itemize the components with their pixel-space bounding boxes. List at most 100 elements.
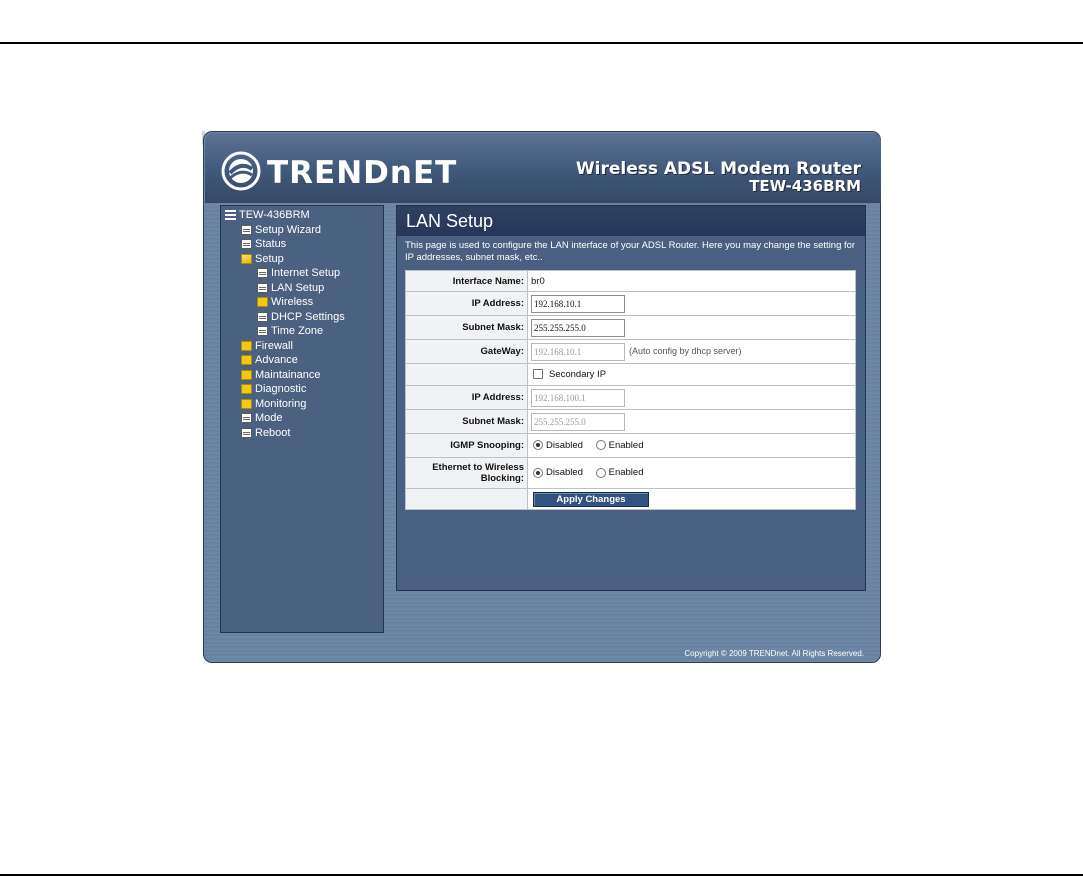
sidebar-item-time-zone[interactable]: Time Zone	[225, 324, 345, 339]
sidebar-item-advance[interactable]: Advance	[225, 353, 345, 368]
subnet-mask-label: Subnet Mask:	[405, 315, 528, 340]
folder-icon	[241, 384, 252, 395]
gateway-input: 192.168.10.1	[531, 342, 625, 361]
secondary-ip-address-input: 192.168.100.1	[531, 388, 625, 407]
document-top-rule	[0, 42, 1083, 44]
blocking-enabled-radio[interactable]	[595, 467, 606, 478]
sidebar-item-label: DHCP Settings	[271, 310, 345, 323]
document-icon	[241, 427, 252, 438]
sidebar-item-label: Internet Setup	[271, 267, 341, 279]
logo-wordmark: TRENDnET	[267, 155, 458, 191]
secondary-subnet-mask-input: 255.255.255.0	[531, 412, 625, 431]
interface-name-label: Interface Name:	[405, 270, 528, 292]
sidebar-item-label: Monitoring	[255, 397, 307, 410]
content-panel: LAN Setup This page is used to configure…	[396, 205, 866, 591]
document-icon	[257, 282, 268, 293]
igmp-snooping-label: IGMP Snooping:	[405, 433, 528, 458]
sidebar-item-maintainance[interactable]: Maintainance	[225, 368, 345, 383]
form-row: Subnet Mask: 255.255.255.0	[405, 315, 856, 340]
document-icon	[241, 413, 252, 424]
nav-root-label: TEW-436BRM	[239, 209, 310, 221]
model-name: TEW-436BRM	[749, 177, 861, 195]
open-folder-icon	[241, 253, 252, 264]
sidebar-item-label: Reboot	[255, 426, 291, 439]
sidebar-item-setup[interactable]: Setup	[225, 252, 345, 267]
igmp-disabled-radio[interactable]	[533, 440, 543, 451]
form-row: Interface Name: br0	[405, 270, 856, 292]
empty-label	[405, 488, 528, 510]
folder-icon	[241, 340, 252, 351]
nav-root[interactable]: TEW-436BRM	[225, 208, 345, 223]
header-banner: TRENDnET Wireless ADSL Modem Router TEW-…	[205, 133, 881, 203]
secondary-ip-label: Secondary IP	[549, 368, 607, 380]
sidebar-item-label: Mode	[255, 412, 283, 424]
form-row: IP Address: 192.168.100.1	[405, 385, 856, 410]
sidebar-item-label: Advance	[255, 354, 298, 366]
sidebar-item-label: Setup	[255, 252, 284, 265]
empty-label	[405, 363, 528, 386]
sidebar-item-dhcp-settings[interactable]: DHCP Settings	[225, 310, 345, 325]
sidebar-item-diagnostic[interactable]: Diagnostic	[225, 382, 345, 397]
root-icon	[225, 210, 236, 221]
sidebar-item-label: Firewall	[255, 339, 293, 352]
router-admin-window: TRENDnET Wireless ADSL Modem Router TEW-…	[203, 131, 881, 663]
sidebar-item-label: Maintainance	[255, 368, 321, 381]
sidebar-item-label: Wireless	[271, 296, 314, 308]
sidebar-item-label: Setup Wizard	[255, 223, 322, 236]
content-title-bar: LAN Setup	[397, 206, 865, 236]
form-row: GateWay: 192.168.10.1 (Auto config by dhc…	[405, 339, 856, 364]
sidebar-item-reboot[interactable]: Reboot	[225, 426, 345, 441]
interface-name-value: br0	[527, 270, 856, 292]
sidebar-item-wireless[interactable]: Wireless	[225, 295, 345, 310]
igmp-disabled-label: Disabled	[546, 439, 583, 451]
product-name: Wireless ADSL Modem Router	[575, 159, 861, 179]
sidebar-item-monitoring[interactable]: Monitoring	[225, 397, 345, 412]
ip-address-label: IP Address:	[405, 291, 528, 316]
form-row: Apply Changes	[405, 488, 856, 510]
apply-changes-button[interactable]: Apply Changes	[533, 491, 649, 507]
document-icon	[257, 268, 268, 279]
subnet-mask-input[interactable]: 255.255.255.0	[531, 318, 625, 337]
folder-icon	[241, 398, 252, 409]
lan-setup-form: Interface Name: br0 IP Address: 192.168.…	[405, 270, 856, 510]
blocking-enabled-label: Enabled	[608, 467, 644, 479]
copyright-text: Copyright © 2009 TRENDnet. All Rights Re…	[684, 649, 864, 658]
sidebar-item-mode[interactable]: Mode	[225, 411, 345, 426]
ip-address-input[interactable]: 192.168.10.1	[531, 294, 625, 313]
document-icon	[257, 311, 268, 322]
sidebar-item-label: Status	[255, 238, 287, 250]
folder-icon	[257, 297, 268, 308]
igmp-enabled-radio[interactable]	[595, 440, 606, 451]
gateway-label: GateWay:	[405, 339, 528, 364]
document-icon	[257, 326, 268, 337]
document-icon	[241, 239, 252, 250]
sidebar-item-status[interactable]: Status	[225, 237, 345, 252]
page-title: LAN Setup	[406, 211, 494, 231]
sidebar-item-lan-setup[interactable]: LAN Setup	[225, 281, 345, 296]
page-description: This page is used to configure the LAN i…	[405, 240, 856, 263]
eth-wireless-blocking-label: Ethernet to Wireless Blocking:	[405, 457, 528, 489]
folder-icon	[241, 369, 252, 380]
gateway-hint: (Auto config by dhcp server)	[629, 346, 742, 357]
blocking-disabled-label: Disabled	[546, 467, 583, 479]
form-row: Secondary IP	[405, 363, 856, 386]
document-icon	[241, 224, 252, 235]
sidebar-nav: TEW-436BRM Setup Wizard Status Setup Int…	[220, 205, 384, 633]
sidebar-item-internet-setup[interactable]: Internet Setup	[225, 266, 345, 281]
sidebar-item-firewall[interactable]: Firewall	[225, 339, 345, 354]
sidebar-item-setup-wizard[interactable]: Setup Wizard	[225, 223, 345, 238]
sidebar-item-label: Diagnostic	[255, 383, 307, 395]
trendnet-logo-icon	[221, 151, 261, 191]
sidebar-item-label: LAN Setup	[271, 281, 325, 294]
blocking-disabled-radio[interactable]	[533, 467, 543, 478]
form-row: IP Address: 192.168.10.1	[405, 291, 856, 316]
folder-icon	[241, 355, 252, 366]
secondary-ip-address-label: IP Address:	[405, 385, 528, 410]
document-bottom-rule	[0, 874, 1083, 876]
secondary-ip-checkbox[interactable]	[533, 369, 543, 380]
form-row: Ethernet to Wireless Blocking: Disabled …	[405, 457, 856, 489]
nav-tree: TEW-436BRM Setup Wizard Status Setup Int…	[225, 208, 345, 440]
secondary-subnet-mask-label: Subnet Mask:	[405, 409, 528, 434]
sidebar-item-label: Time Zone	[271, 325, 324, 337]
form-row: Subnet Mask: 255.255.255.0	[405, 409, 856, 434]
